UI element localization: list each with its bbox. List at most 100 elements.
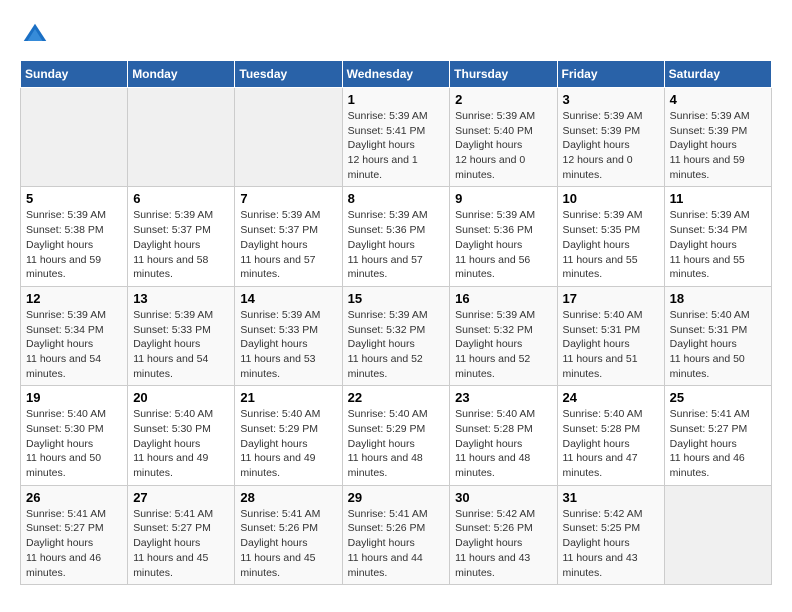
day-info: Sunrise: 5:39 AM Sunset: 5:39 PM Dayligh… xyxy=(670,109,766,182)
day-info: Sunrise: 5:39 AM Sunset: 5:36 PM Dayligh… xyxy=(455,208,551,281)
calendar-cell xyxy=(21,88,128,187)
day-info: Sunrise: 5:39 AM Sunset: 5:35 PM Dayligh… xyxy=(563,208,659,281)
calendar-cell: 1 Sunrise: 5:39 AM Sunset: 5:41 PM Dayli… xyxy=(342,88,450,187)
weekday-header-tuesday: Tuesday xyxy=(235,61,342,88)
day-number: 28 xyxy=(240,490,336,505)
day-number: 2 xyxy=(455,92,551,107)
calendar-cell: 26 Sunrise: 5:41 AM Sunset: 5:27 PM Dayl… xyxy=(21,485,128,584)
weekday-header-friday: Friday xyxy=(557,61,664,88)
calendar-cell: 19 Sunrise: 5:40 AM Sunset: 5:30 PM Dayl… xyxy=(21,386,128,485)
day-number: 11 xyxy=(670,191,766,206)
day-info: Sunrise: 5:40 AM Sunset: 5:29 PM Dayligh… xyxy=(240,407,336,480)
day-info: Sunrise: 5:40 AM Sunset: 5:29 PM Dayligh… xyxy=(348,407,445,480)
calendar-cell: 21 Sunrise: 5:40 AM Sunset: 5:29 PM Dayl… xyxy=(235,386,342,485)
week-row-5: 26 Sunrise: 5:41 AM Sunset: 5:27 PM Dayl… xyxy=(21,485,772,584)
day-info: Sunrise: 5:39 AM Sunset: 5:40 PM Dayligh… xyxy=(455,109,551,182)
day-info: Sunrise: 5:39 AM Sunset: 5:37 PM Dayligh… xyxy=(133,208,229,281)
logo xyxy=(20,20,54,50)
day-number: 22 xyxy=(348,390,445,405)
logo-icon xyxy=(20,20,50,50)
day-number: 23 xyxy=(455,390,551,405)
day-info: Sunrise: 5:39 AM Sunset: 5:32 PM Dayligh… xyxy=(455,308,551,381)
calendar-cell: 16 Sunrise: 5:39 AM Sunset: 5:32 PM Dayl… xyxy=(450,286,557,385)
day-info: Sunrise: 5:40 AM Sunset: 5:30 PM Dayligh… xyxy=(26,407,122,480)
day-info: Sunrise: 5:42 AM Sunset: 5:25 PM Dayligh… xyxy=(563,507,659,580)
day-number: 14 xyxy=(240,291,336,306)
calendar-cell: 3 Sunrise: 5:39 AM Sunset: 5:39 PM Dayli… xyxy=(557,88,664,187)
day-number: 9 xyxy=(455,191,551,206)
weekday-header-saturday: Saturday xyxy=(664,61,771,88)
calendar-cell: 24 Sunrise: 5:40 AM Sunset: 5:28 PM Dayl… xyxy=(557,386,664,485)
day-number: 5 xyxy=(26,191,122,206)
day-number: 12 xyxy=(26,291,122,306)
day-number: 17 xyxy=(563,291,659,306)
calendar-cell: 13 Sunrise: 5:39 AM Sunset: 5:33 PM Dayl… xyxy=(128,286,235,385)
week-row-1: 1 Sunrise: 5:39 AM Sunset: 5:41 PM Dayli… xyxy=(21,88,772,187)
weekday-header-row: SundayMondayTuesdayWednesdayThursdayFrid… xyxy=(21,61,772,88)
day-number: 20 xyxy=(133,390,229,405)
calendar-cell: 23 Sunrise: 5:40 AM Sunset: 5:28 PM Dayl… xyxy=(450,386,557,485)
day-info: Sunrise: 5:40 AM Sunset: 5:28 PM Dayligh… xyxy=(563,407,659,480)
calendar-cell: 7 Sunrise: 5:39 AM Sunset: 5:37 PM Dayli… xyxy=(235,187,342,286)
calendar-cell: 22 Sunrise: 5:40 AM Sunset: 5:29 PM Dayl… xyxy=(342,386,450,485)
day-info: Sunrise: 5:42 AM Sunset: 5:26 PM Dayligh… xyxy=(455,507,551,580)
day-info: Sunrise: 5:40 AM Sunset: 5:31 PM Dayligh… xyxy=(670,308,766,381)
day-number: 10 xyxy=(563,191,659,206)
calendar-cell: 27 Sunrise: 5:41 AM Sunset: 5:27 PM Dayl… xyxy=(128,485,235,584)
day-number: 29 xyxy=(348,490,445,505)
week-row-3: 12 Sunrise: 5:39 AM Sunset: 5:34 PM Dayl… xyxy=(21,286,772,385)
day-info: Sunrise: 5:39 AM Sunset: 5:41 PM Dayligh… xyxy=(348,109,445,182)
day-number: 27 xyxy=(133,490,229,505)
day-number: 15 xyxy=(348,291,445,306)
week-row-4: 19 Sunrise: 5:40 AM Sunset: 5:30 PM Dayl… xyxy=(21,386,772,485)
calendar-cell: 11 Sunrise: 5:39 AM Sunset: 5:34 PM Dayl… xyxy=(664,187,771,286)
page-header xyxy=(20,20,772,50)
day-info: Sunrise: 5:41 AM Sunset: 5:26 PM Dayligh… xyxy=(240,507,336,580)
day-info: Sunrise: 5:41 AM Sunset: 5:27 PM Dayligh… xyxy=(670,407,766,480)
calendar-cell: 17 Sunrise: 5:40 AM Sunset: 5:31 PM Dayl… xyxy=(557,286,664,385)
weekday-header-thursday: Thursday xyxy=(450,61,557,88)
calendar-cell: 10 Sunrise: 5:39 AM Sunset: 5:35 PM Dayl… xyxy=(557,187,664,286)
day-number: 8 xyxy=(348,191,445,206)
day-info: Sunrise: 5:40 AM Sunset: 5:30 PM Dayligh… xyxy=(133,407,229,480)
weekday-header-wednesday: Wednesday xyxy=(342,61,450,88)
calendar-cell: 2 Sunrise: 5:39 AM Sunset: 5:40 PM Dayli… xyxy=(450,88,557,187)
weekday-header-monday: Monday xyxy=(128,61,235,88)
day-info: Sunrise: 5:39 AM Sunset: 5:36 PM Dayligh… xyxy=(348,208,445,281)
day-number: 7 xyxy=(240,191,336,206)
day-info: Sunrise: 5:39 AM Sunset: 5:33 PM Dayligh… xyxy=(133,308,229,381)
day-info: Sunrise: 5:39 AM Sunset: 5:39 PM Dayligh… xyxy=(563,109,659,182)
calendar-table: SundayMondayTuesdayWednesdayThursdayFrid… xyxy=(20,60,772,585)
day-info: Sunrise: 5:41 AM Sunset: 5:26 PM Dayligh… xyxy=(348,507,445,580)
day-number: 18 xyxy=(670,291,766,306)
calendar-cell: 14 Sunrise: 5:39 AM Sunset: 5:33 PM Dayl… xyxy=(235,286,342,385)
calendar-cell: 15 Sunrise: 5:39 AM Sunset: 5:32 PM Dayl… xyxy=(342,286,450,385)
week-row-2: 5 Sunrise: 5:39 AM Sunset: 5:38 PM Dayli… xyxy=(21,187,772,286)
calendar-cell: 25 Sunrise: 5:41 AM Sunset: 5:27 PM Dayl… xyxy=(664,386,771,485)
calendar-cell xyxy=(128,88,235,187)
day-info: Sunrise: 5:39 AM Sunset: 5:37 PM Dayligh… xyxy=(240,208,336,281)
day-number: 13 xyxy=(133,291,229,306)
day-info: Sunrise: 5:41 AM Sunset: 5:27 PM Dayligh… xyxy=(26,507,122,580)
calendar-cell: 9 Sunrise: 5:39 AM Sunset: 5:36 PM Dayli… xyxy=(450,187,557,286)
calendar-cell: 28 Sunrise: 5:41 AM Sunset: 5:26 PM Dayl… xyxy=(235,485,342,584)
day-number: 6 xyxy=(133,191,229,206)
day-info: Sunrise: 5:39 AM Sunset: 5:32 PM Dayligh… xyxy=(348,308,445,381)
calendar-cell: 30 Sunrise: 5:42 AM Sunset: 5:26 PM Dayl… xyxy=(450,485,557,584)
day-number: 4 xyxy=(670,92,766,107)
calendar-cell: 18 Sunrise: 5:40 AM Sunset: 5:31 PM Dayl… xyxy=(664,286,771,385)
calendar-cell: 6 Sunrise: 5:39 AM Sunset: 5:37 PM Dayli… xyxy=(128,187,235,286)
calendar-cell: 4 Sunrise: 5:39 AM Sunset: 5:39 PM Dayli… xyxy=(664,88,771,187)
day-number: 30 xyxy=(455,490,551,505)
calendar-cell: 29 Sunrise: 5:41 AM Sunset: 5:26 PM Dayl… xyxy=(342,485,450,584)
calendar-cell: 20 Sunrise: 5:40 AM Sunset: 5:30 PM Dayl… xyxy=(128,386,235,485)
day-info: Sunrise: 5:39 AM Sunset: 5:38 PM Dayligh… xyxy=(26,208,122,281)
day-number: 19 xyxy=(26,390,122,405)
calendar-cell xyxy=(235,88,342,187)
day-info: Sunrise: 5:41 AM Sunset: 5:27 PM Dayligh… xyxy=(133,507,229,580)
calendar-cell: 5 Sunrise: 5:39 AM Sunset: 5:38 PM Dayli… xyxy=(21,187,128,286)
day-info: Sunrise: 5:40 AM Sunset: 5:28 PM Dayligh… xyxy=(455,407,551,480)
calendar-cell: 8 Sunrise: 5:39 AM Sunset: 5:36 PM Dayli… xyxy=(342,187,450,286)
day-number: 31 xyxy=(563,490,659,505)
day-number: 26 xyxy=(26,490,122,505)
